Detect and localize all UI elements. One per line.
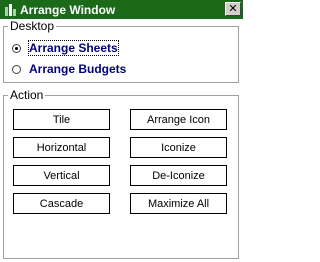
horizontal-button[interactable]: Horizontal (13, 137, 110, 158)
vertical-button[interactable]: Vertical (13, 165, 110, 186)
app-icon (5, 3, 17, 16)
close-icon: ✕ (228, 2, 238, 15)
radio-button[interactable] (12, 64, 21, 74)
radio-arrange-sheets[interactable]: Arrange Sheets (12, 40, 119, 56)
arrange-window: Arrange Window ✕ Desktop Arrange Sheets … (0, 0, 243, 262)
cascade-button[interactable]: Cascade (13, 193, 110, 214)
tile-button[interactable]: Tile (13, 109, 110, 130)
action-legend: Action (8, 88, 46, 102)
arrange-icon-button[interactable]: Arrange Icon (130, 109, 227, 130)
radio-label-arrange-sheets: Arrange Sheets (28, 40, 119, 56)
window-title: Arrange Window (20, 2, 116, 17)
maximize-all-button[interactable]: Maximize All (130, 193, 227, 214)
title-bar[interactable]: Arrange Window ✕ (0, 0, 243, 19)
close-button[interactable]: ✕ (225, 2, 241, 16)
radio-arrange-budgets[interactable]: Arrange Budgets (12, 62, 126, 76)
desktop-legend: Desktop (8, 19, 57, 33)
action-group: Action Tile Arrange Icon Horizontal Icon… (3, 88, 239, 259)
radio-button-checked[interactable] (12, 43, 21, 53)
desktop-group: Desktop Arrange Sheets Arrange Budgets (3, 19, 239, 83)
radio-label-arrange-budgets: Arrange Budgets (29, 62, 127, 76)
de-iconize-button[interactable]: De-Iconize (130, 165, 227, 186)
iconize-button[interactable]: Iconize (130, 137, 227, 158)
